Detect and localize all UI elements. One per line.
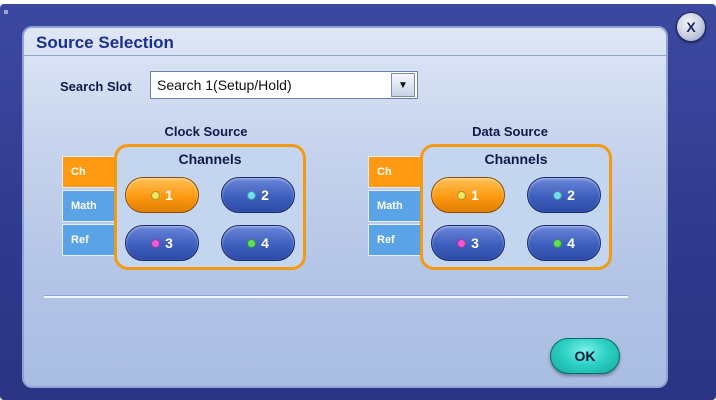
data-source-title: Data Source (472, 124, 548, 139)
channel-3-dot-icon (457, 238, 467, 248)
close-icon: X (686, 19, 696, 35)
clock-channels-panel: Channels 1 2 3 4 (114, 144, 306, 270)
dialog-title: Source Selection (36, 33, 174, 52)
clock-source-tabs: Ch Math Ref (62, 156, 116, 258)
data-channels-panel: Channels 1 2 3 4 (420, 144, 612, 270)
clock-channel-2-button[interactable]: 2 (221, 177, 295, 213)
dialog-window: X Source Selection Search Slot Search 1(… (0, 4, 716, 400)
data-channels-title: Channels (484, 151, 548, 167)
data-channel-2-button[interactable]: 2 (527, 177, 601, 213)
channel-2-dot-icon (553, 190, 563, 200)
section-divider (44, 296, 628, 298)
clock-tab-ch[interactable]: Ch (62, 156, 116, 188)
data-channel-3-button[interactable]: 3 (431, 225, 505, 261)
clock-channel-3-button[interactable]: 3 (125, 225, 199, 261)
close-button[interactable]: X (676, 12, 706, 42)
clock-channel-1-button[interactable]: 1 (125, 177, 199, 213)
chevron-down-icon[interactable]: ▼ (391, 73, 415, 97)
data-tab-ref[interactable]: Ref (368, 224, 422, 256)
search-slot-label: Search Slot (60, 79, 132, 94)
data-tab-math[interactable]: Math (368, 190, 422, 222)
search-slot-value: Search 1(Setup/Hold) (157, 77, 292, 93)
channel-4-dot-icon (247, 238, 257, 248)
data-channel-1-button[interactable]: 1 (431, 177, 505, 213)
clock-tab-ref[interactable]: Ref (62, 224, 116, 256)
clock-source-title: Clock Source (164, 124, 248, 139)
dialog-panel: Source Selection Search Slot Search 1(Se… (22, 26, 668, 388)
clock-tab-math[interactable]: Math (62, 190, 116, 222)
data-source-tabs: Ch Math Ref (368, 156, 422, 258)
channel-2-dot-icon (247, 190, 257, 200)
channel-4-dot-icon (553, 238, 563, 248)
clock-channels-title: Channels (178, 151, 242, 167)
channel-3-dot-icon (151, 238, 161, 248)
window-corner-mark (4, 10, 8, 14)
ok-button[interactable]: OK (550, 338, 620, 374)
data-tab-ch[interactable]: Ch (368, 156, 422, 188)
clock-channel-4-button[interactable]: 4 (221, 225, 295, 261)
title-divider (24, 55, 666, 56)
channel-1-dot-icon (457, 190, 467, 200)
channel-1-dot-icon (151, 190, 161, 200)
search-slot-dropdown[interactable]: Search 1(Setup/Hold) ▼ (150, 71, 418, 99)
data-channel-4-button[interactable]: 4 (527, 225, 601, 261)
